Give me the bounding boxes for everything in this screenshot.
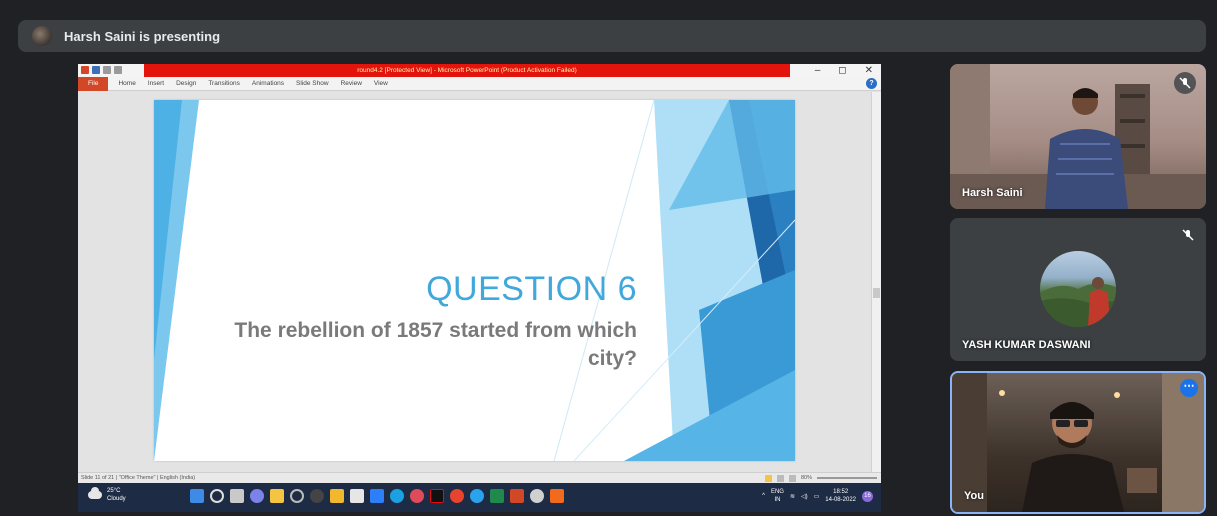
cloud-icon [88,487,102,499]
participant-name: You [964,490,984,502]
clock-time: 18:52 [833,489,849,495]
file-explorer-icon [330,489,344,503]
task-view-icon [230,489,244,503]
windows-start-icon [190,489,204,503]
minimize-button: – [814,65,821,76]
scroll-thumb [873,288,880,298]
wifi-icon: ≋ [789,493,795,500]
app-icon [530,489,544,503]
zoom-slider [817,477,877,479]
clock: 18:52 14-08-2022 [825,488,856,504]
lang-code: ENG [770,489,784,495]
excel-icon [490,489,504,503]
tab-insert: Insert [147,80,165,87]
region-code: IN [774,497,781,503]
redo-icon [114,66,122,74]
slide-sorter-icon [776,474,784,482]
video-feed [952,373,1204,512]
participant-tile-harsh[interactable]: Harsh Saini [950,64,1206,209]
save-icon [92,66,100,74]
calendar-icon [370,489,384,503]
language-switch: ENG IN [771,488,784,504]
powerpoint-icon [510,489,524,503]
chat-app-icon [410,489,424,503]
teams-chat-icon [250,489,264,503]
ppt-title-bar: round4.2 [Protected View] - Microsoft Po… [78,64,881,77]
search-icon [210,489,224,503]
telegram-icon [470,489,484,503]
mic-off-icon [1182,228,1194,246]
avatar [1040,251,1116,327]
slide-title: QUESTION 6 [426,270,637,308]
participant-name: YASH KUMAR DASWANI [962,339,1091,351]
slide: QUESTION 6 The rebellion of 1857 started… [154,100,795,461]
windows-taskbar: 25°C Cloudy ^ ENG IN ≋ ◁) ▭ 18:52 14-08-… [78,483,881,512]
slide-scrollbar [871,92,881,472]
edge-icon [390,489,404,503]
reading-view-icon [788,474,796,482]
battery-icon: ▭ [813,493,820,500]
tab-slide-show: Slide Show [296,80,329,87]
volume-icon: ◁) [801,493,808,500]
shared-screen[interactable]: round4.2 [Protected View] - Microsoft Po… [78,64,881,512]
participant-tile-you[interactable]: ⋯ You [950,371,1206,514]
notification-badge: 16 [862,490,873,502]
slide-subtitle: The rebellion of 1857 started from which… [234,319,637,370]
maximize-button: ◻ [838,65,847,76]
chevron-up-icon: ^ [762,493,765,499]
close-button: ✕ [864,65,873,76]
participant-tile-yash[interactable]: YASH KUMAR DASWANI [950,218,1206,361]
clock-date: 14-08-2022 [825,497,856,503]
help-icon: ? [866,78,877,89]
presenter-bar: Harsh Saini is presenting [18,20,1206,52]
meet-window: Harsh Saini is presenting round4.2 [Prot… [0,0,1217,516]
chrome-icon [450,489,464,503]
browser-icon [290,489,304,503]
weather-desc: Cloudy [107,496,126,502]
normal-view-icon [764,474,772,482]
theme-name: "Office Theme" [118,475,156,481]
undo-icon [103,66,111,74]
zoom-level: 80% [800,475,812,481]
presenter-text: Harsh Saini is presenting [64,28,221,44]
weather-widget: 25°C Cloudy [88,487,126,503]
taskbar-apps [190,489,564,503]
widgets-icon [270,489,284,503]
tab-home: Home [118,80,136,87]
ppt-window-title: round4.2 [Protected View] - Microsoft Po… [144,64,790,77]
mic-off-icon [1174,72,1196,94]
tab-transitions: Transitions [208,80,240,87]
tab-file: File [78,76,109,91]
ppt-ribbon-tabs: File Home Insert Design Transitions Anim… [78,76,881,91]
netflix-icon [430,489,444,503]
tab-design: Design [176,80,197,87]
system-tray: ^ ENG IN ≋ ◁) ▭ 18:52 14-08-2022 16 [762,488,873,504]
ppt-status-bar: Slide 11 of 21 | "Office Theme" | Englis… [78,472,881,483]
more-options-button[interactable]: ⋯ [1180,379,1198,397]
weather-temp: 25°C [107,488,121,494]
dell-icon [310,489,324,503]
quick-access-toolbar [81,66,122,74]
tab-review: Review [340,80,362,87]
participant-name: Harsh Saini [962,187,1023,199]
presenter-avatar [32,26,52,46]
tab-animations: Animations [251,80,285,87]
tab-view: View [373,80,388,87]
brave-icon [550,489,564,503]
slide-count: Slide 11 of 21 [81,475,115,481]
powerpoint-logo-icon [81,66,89,74]
store-icon [350,489,364,503]
language-indicator: English (India) [159,475,196,481]
